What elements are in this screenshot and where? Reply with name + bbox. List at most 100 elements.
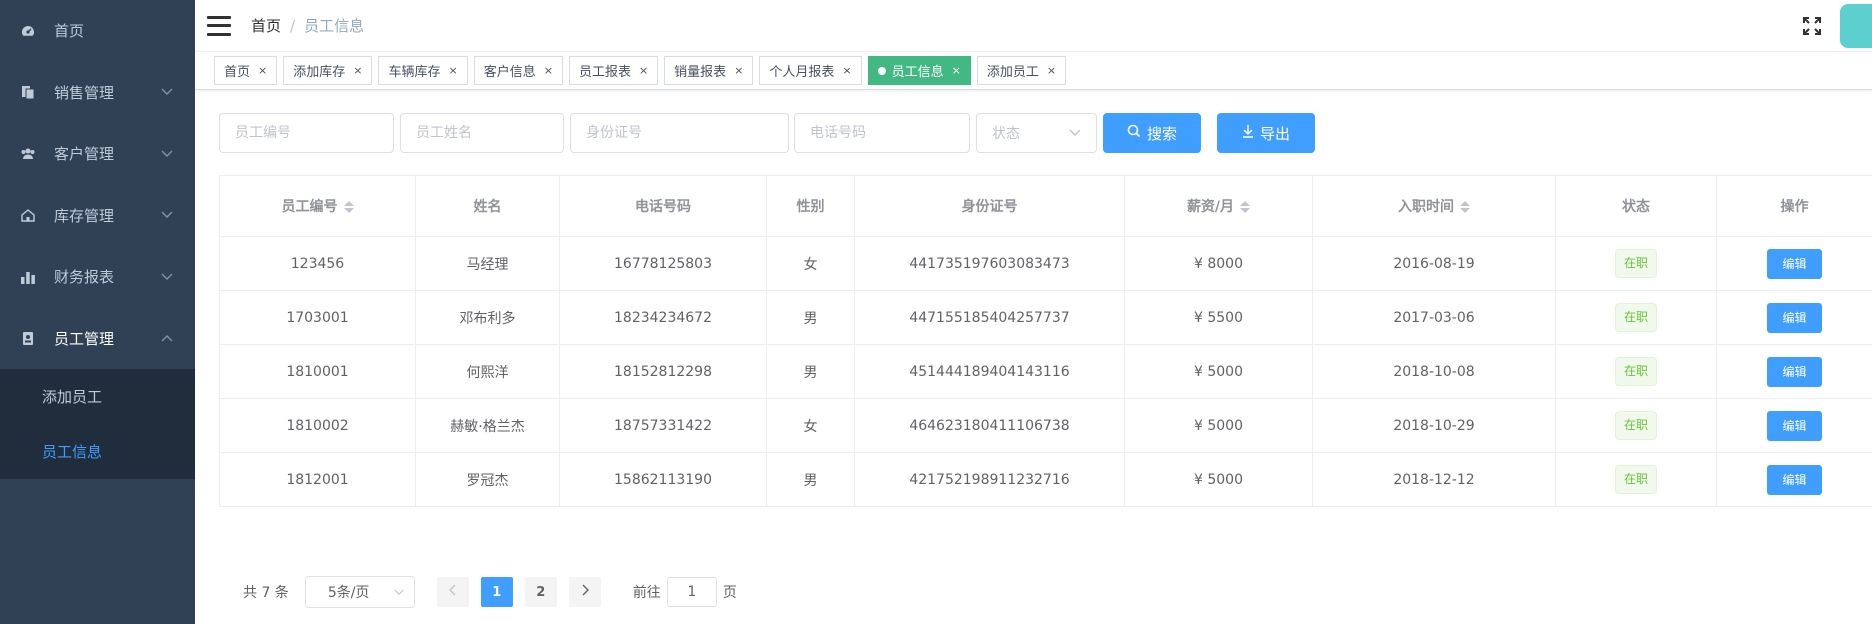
status-badge: 在职 [1614, 303, 1657, 332]
cell-id-card: 451444189404143116 [854, 344, 1125, 399]
page-button-1[interactable]: 1 [480, 577, 513, 607]
employee-name-input[interactable] [400, 113, 564, 153]
breadcrumb-separator: / [290, 16, 296, 35]
breadcrumb-home[interactable]: 首页 [251, 15, 281, 36]
sidebar-item-employees[interactable]: 员工管理 [0, 308, 195, 370]
cell-actions: 编辑 [1716, 452, 1872, 507]
column-header-employee-id[interactable]: 员工编号 [219, 175, 416, 237]
breadcrumb: 首页 / 员工信息 [251, 15, 364, 36]
column-header-id-card: 身份证号 [854, 175, 1125, 237]
tag-label: 车辆库存 [388, 65, 441, 80]
navbar: 首页 / 员工信息 [195, 0, 1872, 52]
submenu-item-employee-info[interactable]: 员工信息 [0, 424, 195, 479]
sort-icon[interactable] [1240, 201, 1251, 213]
search-icon [1127, 124, 1141, 142]
tag-home[interactable]: 首页 × [214, 56, 278, 85]
cell-salary: ¥ 5000 [1124, 344, 1313, 399]
chevron-up-icon [161, 331, 173, 345]
cell-date: 2017-03-06 [1312, 290, 1556, 345]
sort-icon[interactable] [1460, 201, 1470, 213]
active-dot-icon [877, 66, 886, 75]
id-card-input[interactable] [570, 113, 789, 153]
cell-date: 2016-08-19 [1312, 236, 1556, 291]
tag-employee-report[interactable]: 员工报表 × [568, 56, 659, 85]
chevron-right-icon [581, 584, 589, 600]
cell-gender: 男 [766, 290, 855, 345]
cell-id: 1810001 [219, 344, 416, 399]
cell-name: 邓布利多 [415, 290, 560, 345]
close-icon[interactable]: × [544, 64, 553, 77]
cell-status: 在职 [1555, 236, 1717, 291]
edit-button[interactable]: 编辑 [1767, 302, 1822, 333]
prev-page-button[interactable] [436, 577, 469, 607]
status-badge: 在职 [1614, 249, 1657, 278]
cell-date: 2018-10-29 [1312, 398, 1556, 453]
column-header-salary[interactable]: 薪资/月 [1124, 175, 1313, 237]
cell-actions: 编辑 [1716, 290, 1872, 345]
sidebar-item-inventory[interactable]: 库存管理 [0, 185, 195, 247]
export-button-label: 导出 [1259, 124, 1290, 143]
cell-gender: 女 [766, 236, 855, 291]
close-icon[interactable]: × [448, 64, 457, 77]
column-header-hire-date[interactable]: 入职时间 [1312, 175, 1556, 237]
employee-id-input[interactable] [219, 113, 394, 153]
cell-phone: 18757331422 [559, 398, 767, 453]
close-icon[interactable]: × [952, 64, 961, 77]
cell-name: 赫敏·格兰杰 [415, 398, 560, 453]
fullscreen-icon[interactable] [1802, 16, 1822, 36]
cell-phone: 15862113190 [559, 452, 767, 507]
tag-customer-info[interactable]: 客户信息 × [473, 56, 563, 85]
goto-page-input[interactable] [666, 577, 717, 607]
filter-bar: 状态 搜索 导出 [219, 113, 1315, 153]
sidebar-item-finance[interactable]: 财务报表 [0, 246, 195, 308]
search-button-label: 搜索 [1146, 124, 1177, 143]
close-icon[interactable]: × [353, 64, 362, 77]
table-row: 123456 马经理 16778125803 女 441735197603083473 ¥… [219, 236, 1872, 291]
cell-status: 在职 [1555, 398, 1717, 453]
export-button[interactable]: 导出 [1217, 113, 1315, 153]
chevron-down-icon [161, 147, 173, 161]
phone-input[interactable] [794, 113, 970, 153]
cell-actions: 编辑 [1716, 398, 1872, 453]
status-select[interactable]: 状态 [976, 113, 1097, 153]
tag-vehicle-inventory[interactable]: 车辆库存 × [378, 56, 468, 85]
close-icon[interactable]: × [734, 64, 743, 77]
cell-id-card: 441735197603083473 [854, 236, 1125, 291]
chevron-down-icon [161, 270, 173, 284]
sidebar-item-sales[interactable]: 销售管理 [0, 62, 195, 124]
sidebar-item-home[interactable]: 首页 [0, 0, 195, 62]
tag-monthly-report[interactable]: 个人月报表 × [759, 56, 862, 85]
sort-icon[interactable] [343, 201, 354, 213]
edit-button[interactable]: 编辑 [1767, 248, 1822, 279]
next-page-button[interactable] [568, 577, 601, 607]
edit-button[interactable]: 编辑 [1767, 356, 1822, 387]
page-size-select[interactable]: 5条/页 [304, 576, 415, 608]
close-icon[interactable]: × [1047, 64, 1056, 77]
chevron-down-icon [161, 85, 173, 99]
tag-label: 销量报表 [674, 65, 727, 80]
page-button-2[interactable]: 2 [524, 577, 557, 607]
cell-name: 马经理 [415, 236, 560, 291]
close-icon[interactable]: × [639, 64, 648, 77]
search-button[interactable]: 搜索 [1103, 113, 1201, 153]
edit-button[interactable]: 编辑 [1767, 410, 1822, 441]
tag-employee-info[interactable]: 员工信息 × [867, 56, 971, 85]
sidebar-item-label: 财务报表 [54, 268, 115, 287]
chevron-left-icon [448, 584, 457, 600]
tag-add-inventory[interactable]: 添加库存 × [283, 56, 373, 85]
tags-view: 首页 × 添加库存 × 车辆库存 × 客户信息 × 员工报表 × 销量报表 × 个人月报表 ×… [195, 52, 1872, 90]
avatar[interactable] [1840, 4, 1872, 48]
close-icon[interactable]: × [842, 64, 851, 77]
close-icon[interactable]: × [258, 64, 267, 77]
table-row: 1810002 赫敏·格兰杰 18757331422 女 464623180411106… [219, 398, 1872, 453]
hamburger-menu-icon[interactable] [207, 15, 231, 36]
tag-add-employee[interactable]: 添加员工 × [976, 56, 1067, 85]
tag-label: 员工报表 [578, 65, 631, 80]
sidebar-item-customers[interactable]: 客户管理 [0, 123, 195, 185]
submenu-item-add-employee[interactable]: 添加员工 [0, 369, 195, 424]
tag-sales-report[interactable]: 销量报表 × [664, 56, 754, 85]
edit-button[interactable]: 编辑 [1767, 464, 1822, 495]
chevron-down-icon [161, 208, 173, 222]
tag-label: 添加员工 [986, 65, 1039, 80]
tag-label: 员工信息 [891, 65, 944, 80]
